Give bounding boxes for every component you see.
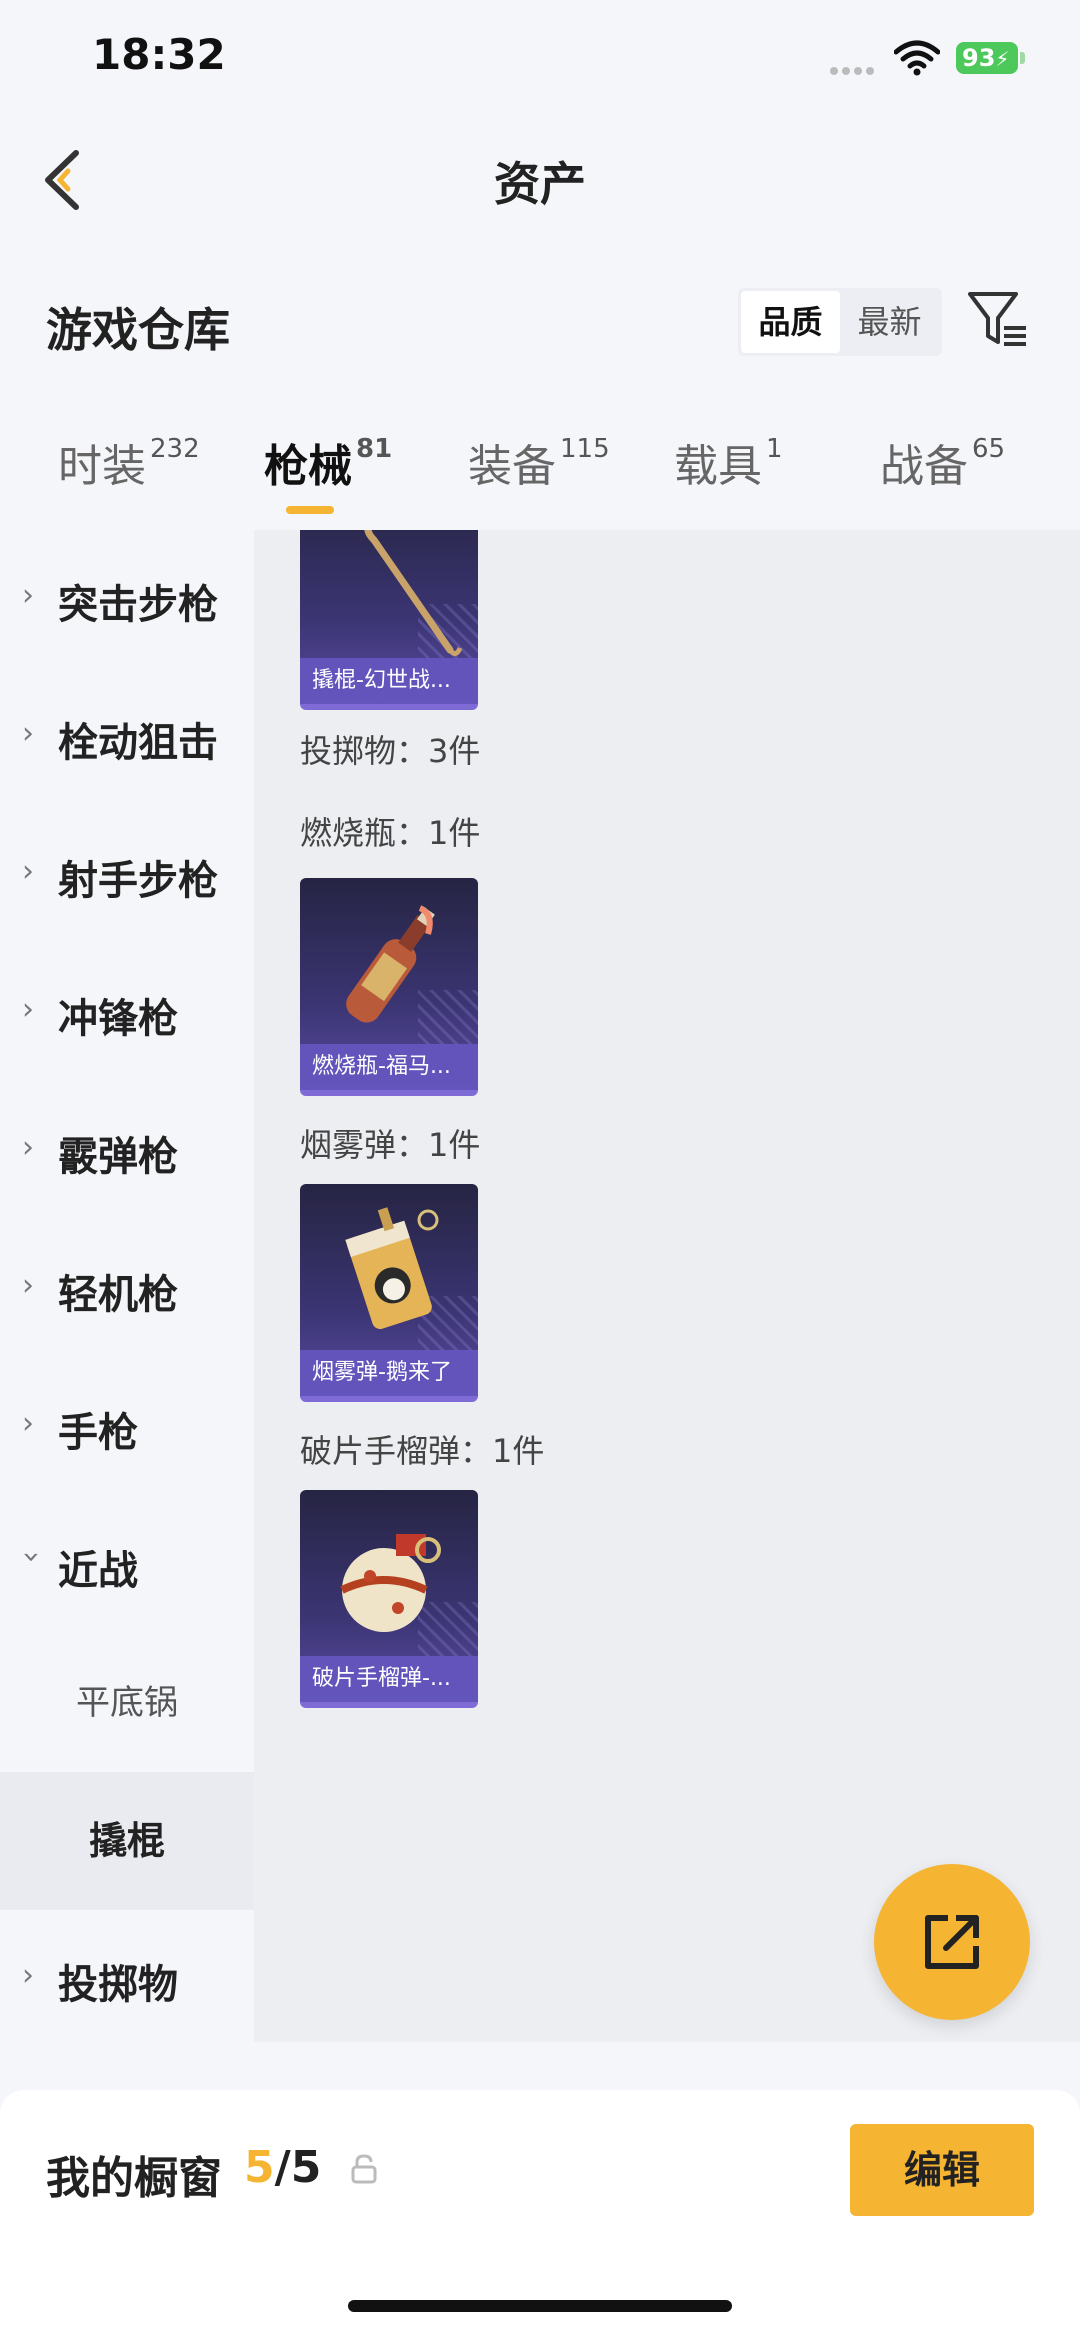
home-indicator: [348, 2300, 732, 2312]
sidebar-item-shotgun[interactable]: › 霰弹枪: [0, 1082, 254, 1220]
chevron-right-icon: ›: [22, 992, 34, 1027]
sort-newest-button[interactable]: 最新: [840, 291, 939, 353]
item-card-caption: 撬棍-幻世战...: [300, 658, 478, 704]
section-title: 游戏仓库: [46, 303, 230, 357]
tab-vehicles[interactable]: 载具 1: [674, 430, 783, 494]
item-card-molotov[interactable]: 燃烧瓶-福马...: [300, 878, 478, 1096]
sidebar-item-label: 近战: [58, 1548, 138, 1594]
battery-indicator: 93⚡: [956, 42, 1018, 74]
sidebar-item-throwables[interactable]: › 投掷物: [0, 1910, 254, 2048]
showcase-label: 我的橱窗: [46, 2153, 222, 2204]
sidebar-item-label: 霰弹枪: [58, 1134, 178, 1180]
sidebar-item-label: 冲锋枪: [58, 996, 178, 1042]
share-button[interactable]: [874, 1864, 1030, 2020]
group-title-frag: 破片手榴弹：1件: [300, 1432, 545, 1470]
sort-quality-button[interactable]: 品质: [741, 291, 840, 353]
page-title: 资产: [494, 157, 586, 211]
item-card-caption: 烟雾弹-鹅来了: [300, 1350, 478, 1396]
edit-button[interactable]: 编辑: [850, 2124, 1034, 2216]
tab-fashion[interactable]: 时装 232: [58, 430, 200, 494]
group-title-throwables: 投掷物：3件: [300, 732, 481, 770]
chevron-right-icon: ›: [22, 578, 34, 613]
sidebar-item-label: 轻机枪: [58, 1272, 178, 1318]
sidebar-item-smg[interactable]: › 冲锋枪: [0, 944, 254, 1082]
chevron-right-icon: ›: [22, 1958, 34, 1993]
group-title-smoke: 烟雾弹：1件: [300, 1126, 481, 1164]
sidebar-item-bolt-sniper[interactable]: › 栓动狙击: [0, 668, 254, 806]
crowbar-icon: [364, 530, 463, 656]
showcase-count: 5/5: [244, 2142, 322, 2193]
status-time: 18:32: [92, 30, 226, 79]
item-card-crowbar[interactable]: 撬棍-幻世战...: [300, 530, 478, 710]
sidebar-item-label: 栓动狙击: [58, 720, 218, 766]
category-tabs: 时装 232 枪械 81 装备 115 载具 1 战备 65: [0, 430, 1080, 520]
item-card-smoke[interactable]: 烟雾弹-鹅来了: [300, 1184, 478, 1402]
sidebar-item-assault-rifle[interactable]: › 突击步枪: [0, 530, 254, 668]
chevron-down-icon: ›: [14, 1551, 49, 1563]
lock-icon: [351, 2154, 377, 2184]
molotov-icon: [346, 905, 435, 1023]
signal-icon: [830, 60, 880, 75]
sidebar-item-lmg[interactable]: › 轻机枪: [0, 1220, 254, 1358]
chevron-right-icon: ›: [22, 854, 34, 889]
item-list: 撬棍-幻世战... 投掷物：3件 燃烧瓶：1件 燃烧瓶-福马... 烟雾弹：1件: [254, 530, 1080, 2042]
wifi-icon: [894, 40, 940, 76]
chevron-right-icon: ›: [22, 1406, 34, 1441]
sidebar-item-label: 投掷物: [58, 1962, 178, 2008]
item-card-frag[interactable]: 破片手榴弹-...: [300, 1490, 478, 1708]
sidebar-subitem-pan[interactable]: 平底锅: [0, 1634, 254, 1772]
sidebar-item-label: 突击步枪: [58, 582, 218, 628]
active-tab-indicator: [286, 506, 334, 514]
chevron-right-icon: ›: [22, 1130, 34, 1165]
item-card-caption: 燃烧瓶-福马...: [300, 1044, 478, 1090]
sidebar-item-melee[interactable]: › 近战: [0, 1496, 254, 1634]
tab-equipment[interactable]: 装备 115: [468, 430, 610, 494]
chevron-right-icon: ›: [22, 716, 34, 751]
tab-guns[interactable]: 枪械 81: [264, 430, 392, 494]
sidebar-item-marksman-rifle[interactable]: › 射手步枪: [0, 806, 254, 944]
item-card-caption: 破片手榴弹-...: [300, 1656, 478, 1702]
tab-supplies[interactable]: 战备 65: [880, 430, 1005, 494]
group-title-molotov: 燃烧瓶：1件: [300, 814, 481, 852]
sidebar: › 突击步枪 › 栓动狙击 › 射手步枪 › 冲锋枪 › 霰弹枪 › 轻机枪 ›…: [0, 530, 254, 2042]
frag-grenade-icon: [340, 1534, 441, 1632]
sidebar-item-label: 射手步枪: [58, 858, 218, 904]
chevron-right-icon: ›: [22, 1268, 34, 1303]
smoke-grenade-icon: [345, 1207, 439, 1330]
sort-toggle: 品质 最新: [738, 288, 942, 356]
share-icon: [925, 1915, 979, 1969]
sidebar-subitem-crowbar[interactable]: 撬棍: [0, 1772, 254, 1910]
filter-icon[interactable]: [966, 288, 1030, 352]
status-bar: 18:32 93⚡: [0, 0, 1080, 120]
battery-tip: [1020, 52, 1025, 64]
sidebar-item-pistol[interactable]: › 手枪: [0, 1358, 254, 1496]
sidebar-item-label: 手枪: [58, 1410, 138, 1456]
